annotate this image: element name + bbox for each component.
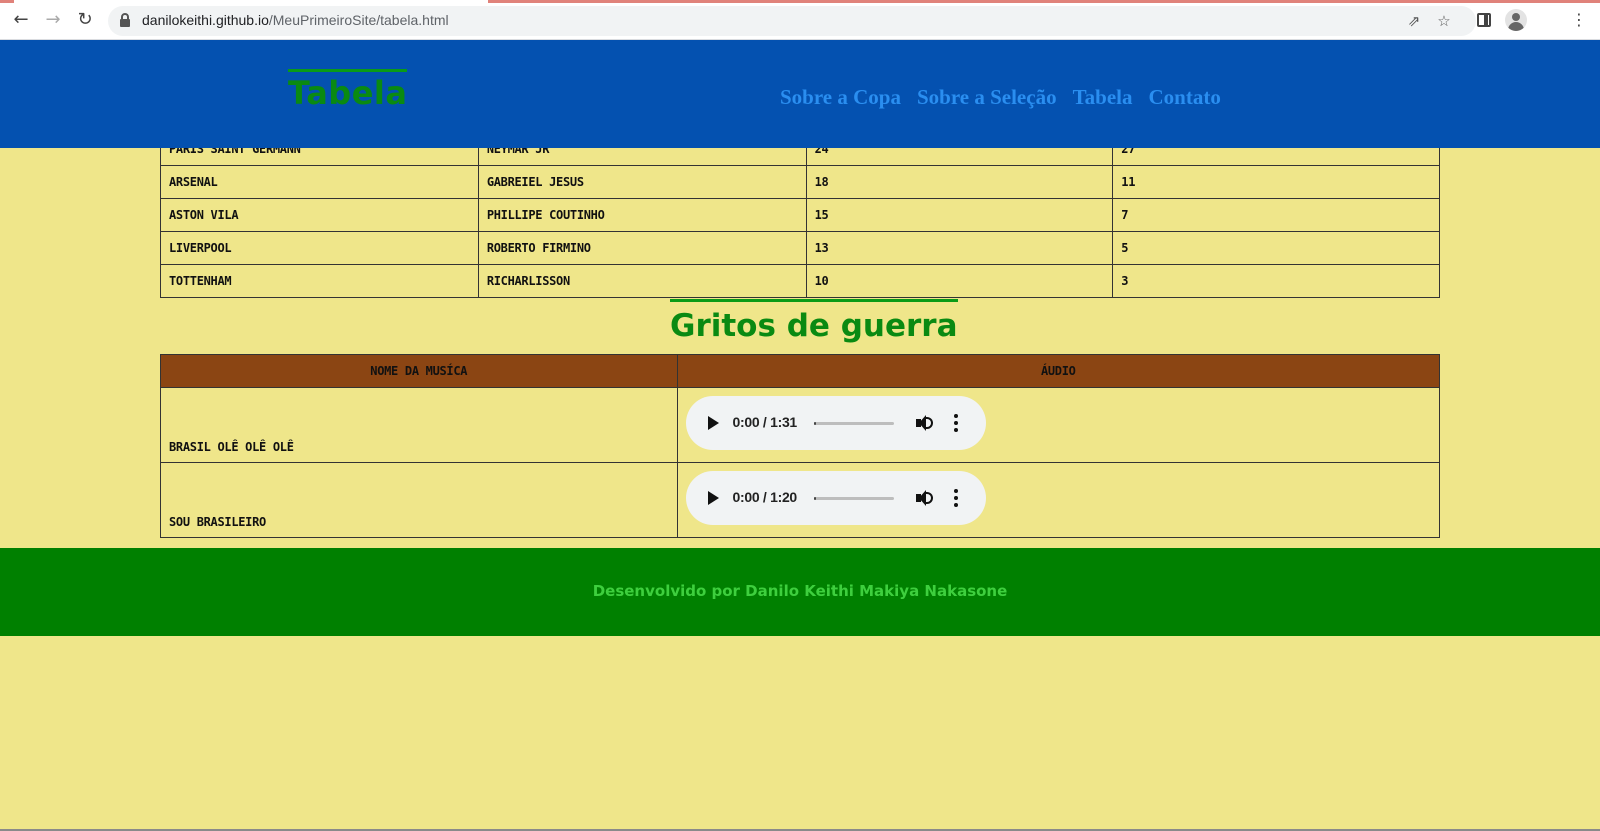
audio-player[interactable]: 0:00 / 1:31 [685, 396, 986, 450]
play-icon[interactable] [707, 491, 719, 505]
audio-progress-fill [813, 497, 816, 500]
nav-link-contato[interactable]: Contato [1149, 85, 1221, 110]
table-cell: 10 [805, 264, 1114, 298]
address-bar[interactable]: danilokeithi.github.io/MeuPrimeiroSite/t… [108, 6, 1476, 36]
table-cell: 7 [1112, 198, 1440, 232]
page-title: Tabela [288, 69, 408, 110]
table-cell: TOTTENHAM [160, 264, 479, 298]
column-header-song-name: NOME DA MUSÍCA [160, 354, 678, 388]
reload-icon[interactable]: ↻ [73, 8, 97, 32]
table-row: ARSENAL GABREIEL JESUS 18 11 [160, 165, 1440, 199]
table-cell: ARSENAL [160, 165, 479, 199]
table-cell: 18 [805, 165, 1114, 199]
forward-arrow-icon[interactable]: → [41, 8, 65, 32]
play-icon[interactable] [707, 416, 719, 430]
tab-strip-edge [0, 0, 14, 3]
table-cell: ROBERTO FIRMINO [477, 231, 807, 265]
table-cell: ASTON VILA [160, 198, 479, 232]
url-path: /MeuPrimeiroSite/tabela.html [268, 12, 449, 28]
footer-credit: Desenvolvido por Danilo Keithi Makiya Na… [592, 582, 1008, 600]
audio-progress-fill [813, 422, 816, 425]
clubs-table: PARIS SAINT GERMANN NEYMAR JR 24 27 ARSENAL G… [160, 132, 1440, 298]
table-cell: LIVERPOOL [160, 231, 479, 265]
audio-player[interactable]: 0:00 / 1:20 [685, 471, 986, 525]
table-cell: RICHARLISSON [477, 264, 807, 298]
tab-strip-edge [488, 0, 1600, 3]
songs-table: NOME DA MUSÍCA ÁUDIO BRASIL OLÊ OLÊ OLÊ 0… [160, 354, 1440, 538]
table-cell: 13 [805, 231, 1114, 265]
back-arrow-icon[interactable]: ← [9, 8, 33, 32]
audio-progress-slider[interactable] [813, 422, 894, 425]
main-nav: Sobre a Copa Sobre a Seleção Tabela Cont… [780, 85, 1221, 110]
more-options-icon[interactable] [953, 414, 958, 432]
table-cell: 15 [805, 198, 1114, 232]
audio-cell: 0:00 / 1:20 [676, 462, 1440, 538]
volume-icon[interactable] [915, 489, 934, 507]
table-row: LIVERPOOL ROBERTO FIRMINO 13 5 [160, 231, 1440, 265]
table-row: BRASIL OLÊ OLÊ OLÊ 0:00 / 1:31 [160, 387, 1440, 463]
url-text[interactable]: danilokeithi.github.io/MeuPrimeiroSite/t… [142, 12, 449, 28]
audio-time: 0:00 / 1:31 [732, 414, 798, 430]
song-name: BRASIL OLÊ OLÊ OLÊ [160, 387, 678, 463]
table-row: TOTTENHAM RICHARLISSON 10 3 [160, 264, 1440, 298]
table-header-row: NOME DA MUSÍCA ÁUDIO [160, 354, 1440, 388]
more-options-icon[interactable] [953, 489, 958, 507]
audio-time: 0:00 / 1:20 [732, 489, 798, 505]
url-host: danilokeithi.github.io [142, 12, 269, 28]
audio-cell: 0:00 / 1:31 [676, 387, 1440, 463]
side-panel-icon[interactable] [1477, 13, 1491, 27]
table-cell: 11 [1112, 165, 1440, 199]
audio-progress-slider[interactable] [813, 497, 894, 500]
lock-icon[interactable] [120, 13, 130, 27]
table-row: SOU BRASILEIRO 0:00 / 1:20 [160, 462, 1440, 538]
profile-avatar-icon[interactable] [1505, 9, 1527, 31]
browser-toolbar: ← → ↻ danilokeithi.github.io/MeuPrimeiro… [0, 0, 1600, 40]
site-header: Tabela Sobre a Copa Sobre a Seleção Tabe… [0, 40, 1600, 148]
column-header-audio: ÁUDIO [676, 354, 1440, 388]
table-cell: 3 [1112, 264, 1440, 298]
table-row: ASTON VILA PHILLIPE COUTINHO 15 7 [160, 198, 1440, 232]
table-cell: GABREIEL JESUS [477, 165, 807, 199]
table-cell: 5 [1112, 231, 1440, 265]
section-title: Gritos de guerra [670, 299, 958, 346]
nav-link-sobre-a-copa[interactable]: Sobre a Copa [780, 85, 901, 110]
share-icon[interactable]: ⇗ [1404, 11, 1424, 31]
more-menu-icon[interactable]: ⋮ [1567, 8, 1591, 32]
volume-icon[interactable] [915, 414, 934, 432]
bookmark-star-icon[interactable]: ☆ [1434, 11, 1454, 31]
table-cell: PHILLIPE COUTINHO [477, 198, 807, 232]
nav-link-tabela[interactable]: Tabela [1073, 85, 1133, 110]
nav-link-sobre-a-selecao[interactable]: Sobre a Seleção [917, 85, 1057, 110]
site-footer: Desenvolvido por Danilo Keithi Makiya Na… [0, 548, 1600, 636]
song-name: SOU BRASILEIRO [160, 462, 678, 538]
